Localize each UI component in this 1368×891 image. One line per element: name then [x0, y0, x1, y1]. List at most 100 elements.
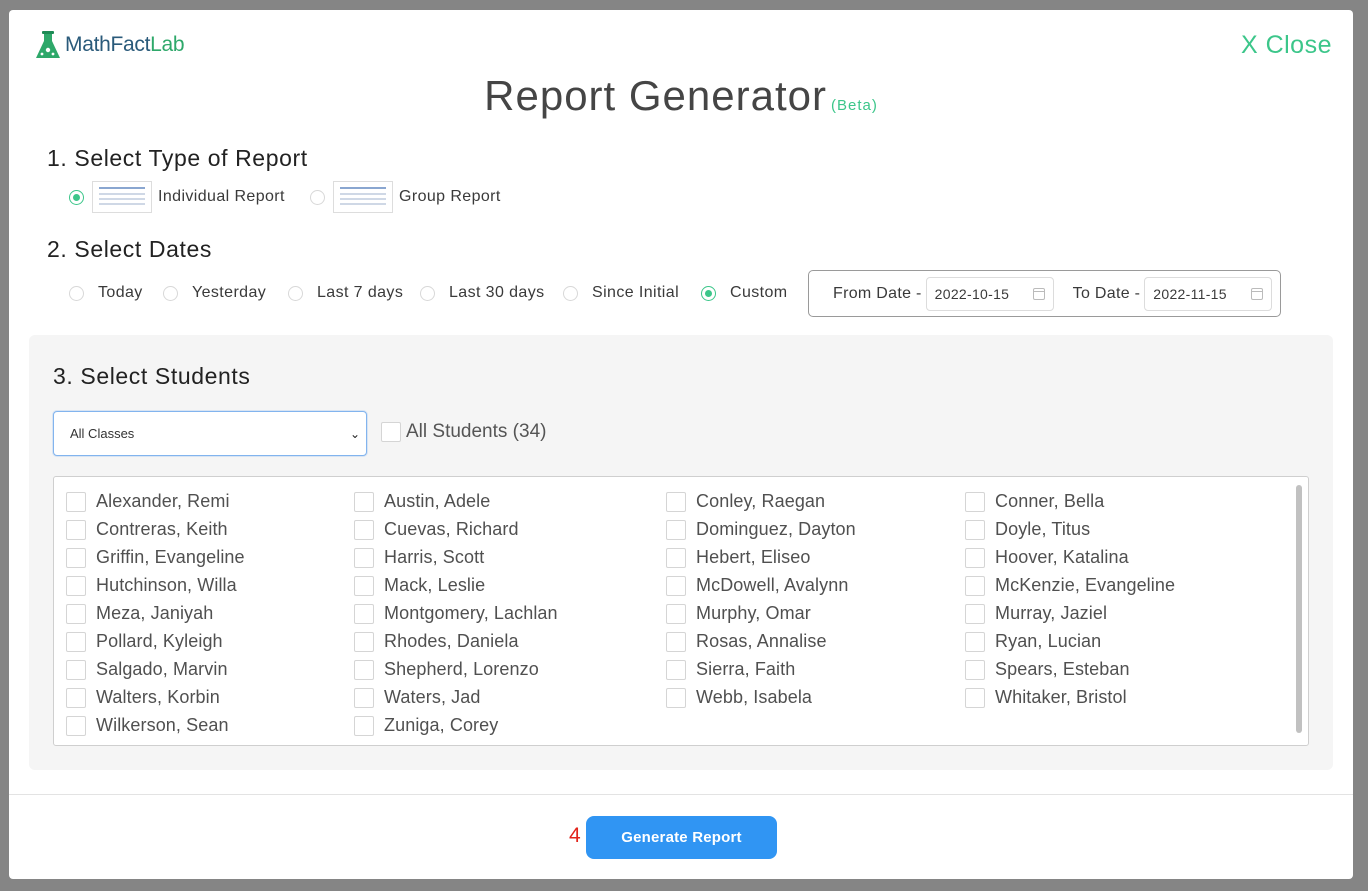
student-checkbox[interactable] — [66, 575, 86, 596]
student-item[interactable]: Alexander, Remi — [66, 491, 230, 512]
date-radio[interactable] — [701, 285, 716, 301]
student-checkbox[interactable] — [66, 491, 86, 512]
student-item[interactable]: Conley, Raegan — [666, 491, 825, 512]
student-item[interactable]: Ryan, Lucian — [965, 631, 1101, 652]
date-option-since-initial[interactable]: Since Initial — [563, 284, 679, 302]
student-name: Hoover, Katalina — [995, 547, 1129, 567]
student-item[interactable]: Cuevas, Richard — [354, 519, 519, 540]
to-date-input[interactable]: 2022-11-15 — [1144, 276, 1273, 311]
student-item[interactable]: Rosas, Annalise — [666, 631, 827, 652]
from-date-input[interactable]: 2022-10-15 — [925, 276, 1054, 311]
student-name: Cuevas, Richard — [384, 519, 519, 539]
student-list[interactable]: Alexander, Remi Austin, Adele Conley, Raeg… — [53, 476, 1309, 746]
student-item[interactable]: Rhodes, Daniela — [354, 631, 519, 652]
student-item[interactable]: Webb, Isabela — [666, 687, 812, 708]
date-option-custom[interactable]: Custom — [701, 284, 788, 302]
student-item[interactable]: Hutchinson, Willa — [66, 575, 237, 596]
student-checkbox[interactable] — [965, 687, 985, 708]
student-checkbox[interactable] — [66, 631, 86, 652]
student-checkbox[interactable] — [965, 547, 985, 568]
student-item[interactable]: Waters, Jad — [354, 687, 480, 708]
student-item[interactable]: Shepherd, Lorenzo — [354, 659, 539, 680]
student-checkbox[interactable] — [354, 575, 374, 596]
student-item[interactable]: Murray, Jaziel — [965, 603, 1107, 624]
date-radio[interactable] — [163, 285, 178, 301]
student-checkbox[interactable] — [965, 491, 985, 512]
date-radio[interactable] — [563, 285, 578, 301]
date-option-today[interactable]: Today — [69, 284, 143, 302]
date-option-last-30-days[interactable]: Last 30 days — [420, 284, 545, 302]
calendar-icon[interactable] — [1251, 287, 1264, 300]
student-checkbox[interactable] — [666, 659, 686, 680]
student-checkbox[interactable] — [66, 687, 86, 708]
scrollbar[interactable] — [1296, 485, 1302, 733]
student-item[interactable]: Dominguez, Dayton — [666, 519, 856, 540]
student-checkbox[interactable] — [965, 575, 985, 596]
student-item[interactable]: Hoover, Katalina — [965, 547, 1129, 568]
student-item[interactable]: Conner, Bella — [965, 491, 1104, 512]
student-checkbox[interactable] — [66, 547, 86, 568]
student-checkbox[interactable] — [354, 631, 374, 652]
student-checkbox[interactable] — [354, 603, 374, 624]
date-option-last-7-days[interactable]: Last 7 days — [288, 284, 403, 302]
student-item[interactable]: Hebert, Eliseo — [666, 547, 810, 568]
student-item[interactable]: Murphy, Omar — [666, 603, 811, 624]
student-item[interactable]: Austin, Adele — [354, 491, 490, 512]
student-checkbox[interactable] — [666, 547, 686, 568]
student-checkbox[interactable] — [666, 631, 686, 652]
student-item[interactable]: Contreras, Keith — [66, 519, 228, 540]
student-name: Salgado, Marvin — [96, 659, 228, 679]
student-checkbox[interactable] — [666, 575, 686, 596]
report-type-individual[interactable]: Individual Report — [69, 181, 285, 213]
student-item[interactable]: Mack, Leslie — [354, 575, 485, 596]
student-item[interactable]: Meza, Janiyah — [66, 603, 213, 624]
student-checkbox[interactable] — [354, 687, 374, 708]
group-report-radio[interactable] — [310, 189, 325, 205]
date-radio[interactable] — [288, 285, 303, 301]
student-item[interactable]: Sierra, Faith — [666, 659, 795, 680]
student-item[interactable]: Harris, Scott — [354, 547, 484, 568]
student-checkbox[interactable] — [354, 659, 374, 680]
student-checkbox[interactable] — [666, 519, 686, 540]
student-item[interactable]: Doyle, Titus — [965, 519, 1090, 540]
student-checkbox[interactable] — [965, 659, 985, 680]
generate-report-button[interactable]: Generate Report — [586, 816, 777, 859]
student-checkbox[interactable] — [354, 547, 374, 568]
student-checkbox[interactable] — [666, 687, 686, 708]
student-item[interactable]: McKenzie, Evangeline — [965, 575, 1175, 596]
student-checkbox[interactable] — [666, 491, 686, 512]
all-students-checkbox[interactable] — [381, 422, 401, 442]
date-option-label: Yesterday — [192, 284, 267, 301]
student-checkbox[interactable] — [66, 603, 86, 624]
student-checkbox[interactable] — [66, 519, 86, 540]
student-item[interactable]: Wilkerson, Sean — [66, 715, 229, 736]
student-item[interactable]: Pollard, Kyleigh — [66, 631, 223, 652]
student-checkbox[interactable] — [66, 659, 86, 680]
student-checkbox[interactable] — [354, 491, 374, 512]
close-button[interactable]: X Close — [1241, 31, 1332, 60]
student-item[interactable]: Walters, Korbin — [66, 687, 220, 708]
class-select[interactable]: All Classes ⌄ — [53, 411, 367, 456]
student-item[interactable]: Spears, Esteban — [965, 659, 1130, 680]
student-item[interactable]: Salgado, Marvin — [66, 659, 228, 680]
report-type-group[interactable]: Group Report — [310, 181, 501, 213]
student-checkbox[interactable] — [354, 519, 374, 540]
date-option-yesterday[interactable]: Yesterday — [163, 284, 266, 302]
student-checkbox[interactable] — [354, 715, 374, 736]
calendar-icon[interactable] — [1032, 287, 1045, 300]
student-checkbox[interactable] — [965, 603, 985, 624]
date-radio[interactable] — [420, 285, 435, 301]
student-name: Griffin, Evangeline — [96, 547, 245, 567]
all-students-toggle[interactable]: All Students (34) — [381, 421, 546, 443]
individual-report-radio[interactable] — [69, 189, 84, 205]
student-checkbox[interactable] — [66, 715, 86, 736]
student-checkbox[interactable] — [965, 519, 985, 540]
student-checkbox[interactable] — [965, 631, 985, 652]
student-item[interactable]: Griffin, Evangeline — [66, 547, 245, 568]
student-item[interactable]: Zuniga, Corey — [354, 715, 498, 736]
student-item[interactable]: Whitaker, Bristol — [965, 687, 1127, 708]
student-item[interactable]: McDowell, Avalynn — [666, 575, 848, 596]
date-radio[interactable] — [69, 285, 84, 301]
student-checkbox[interactable] — [666, 603, 686, 624]
student-item[interactable]: Montgomery, Lachlan — [354, 603, 558, 624]
